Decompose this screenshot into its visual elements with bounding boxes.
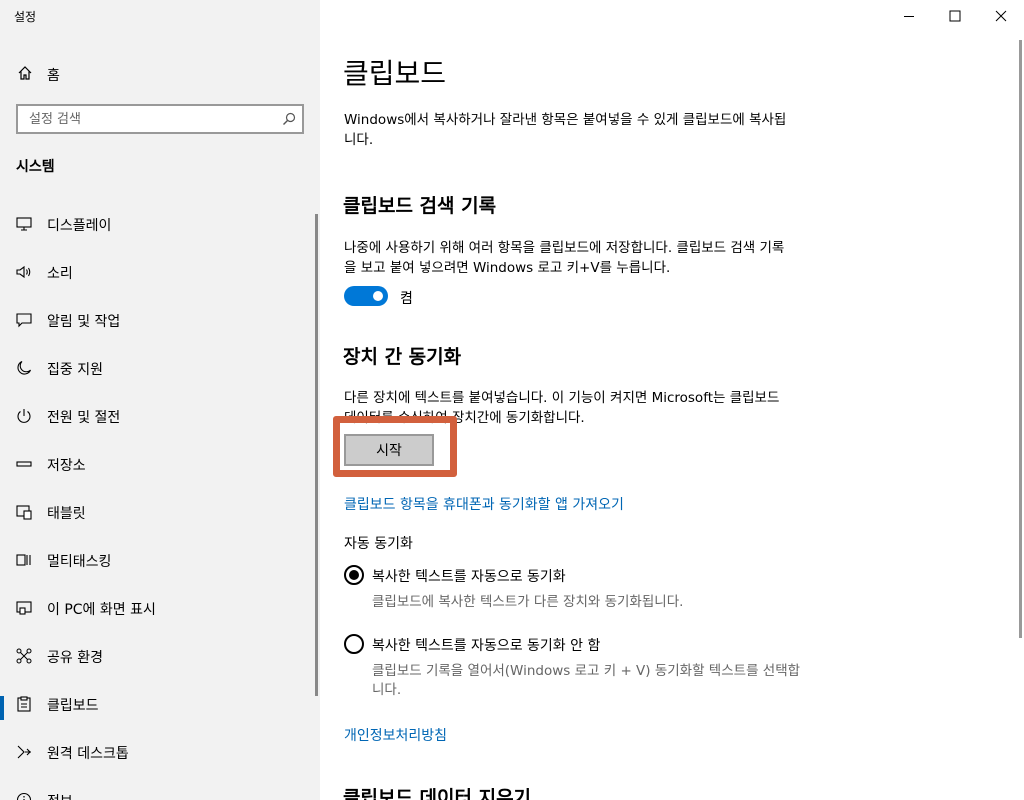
minimize-button[interactable] (886, 0, 932, 32)
sidebar-item-clipboard[interactable]: 클립보드 (0, 684, 316, 724)
sidebar-item-label: 홈 (47, 68, 60, 84)
sidebar-item-project[interactable]: 이 PC에 화면 표시 (0, 588, 316, 628)
page-title: 클립보드 (343, 57, 447, 90)
close-icon (995, 10, 1007, 22)
project-icon (16, 601, 32, 615)
maximize-button[interactable] (932, 0, 978, 32)
radio-selected-dot (349, 570, 359, 580)
sidebar-item-label: 저장소 (47, 458, 86, 474)
sidebar-item-display[interactable]: 디스플레이 (0, 204, 316, 244)
sidebar-item-focus-assist[interactable]: 집중 지원 (0, 348, 316, 388)
privacy-link[interactable]: 개인정보처리방침 (344, 725, 447, 745)
sidebar-item-label: 태블릿 (47, 506, 86, 522)
sidebar-item-power[interactable]: 전원 및 절전 (0, 396, 316, 436)
sidebar-item-label: 정보 (47, 791, 73, 800)
multitasking-icon (16, 554, 31, 566)
sidebar-item-label: 원격 데스크톱 (47, 746, 129, 762)
sidebar-item-sound[interactable]: 소리 (0, 252, 316, 292)
intro-text: Windows에서 복사하거나 잘라낸 항목은 붙여넣을 수 있게 클립보드에 … (344, 112, 787, 148)
history-heading: 클립보드 검색 기록 (343, 195, 497, 217)
clear-heading: 클립보드 데이터 지우기 (343, 787, 532, 800)
radio-no-auto-sync-label[interactable]: 복사한 텍스트를 자동으로 동기화 안 함 (372, 635, 600, 655)
maximize-icon (949, 10, 961, 22)
home-icon (18, 66, 32, 80)
remote-icon (17, 745, 31, 759)
storage-icon (16, 461, 32, 467)
radio-auto-sync-label[interactable]: 복사한 텍스트를 자동으로 동기화 (372, 566, 566, 586)
radio-no-auto-sync[interactable] (344, 634, 364, 654)
sidebar-item-notifications[interactable]: 알림 및 작업 (0, 300, 316, 340)
monitor-icon (16, 217, 32, 231)
radio-no-auto-sync-desc: 클립보드 기록을 열어서(Windows 로고 키 + V) 동기화할 텍스트를… (372, 663, 801, 698)
sidebar-item-storage[interactable]: 저장소 (0, 444, 316, 484)
main-scrollbar[interactable] (1019, 40, 1022, 638)
history-toggle-state: 켬 (400, 291, 413, 307)
moon-icon (17, 360, 32, 375)
search-input[interactable] (29, 110, 279, 128)
radio-auto-sync[interactable] (344, 565, 364, 585)
radio-auto-sync-desc: 클립보드에 복사한 텍스트가 다른 장치와 동기화됩니다. (372, 594, 684, 610)
sidebar-item-label: 디스플레이 (47, 218, 112, 234)
sidebar-section-title: 시스템 (16, 159, 55, 175)
sidebar-item-about[interactable]: 정보 (0, 780, 316, 800)
sidebar-scrollbar[interactable] (315, 214, 318, 696)
sidebar-item-label: 알림 및 작업 (47, 314, 121, 330)
share-icon (16, 648, 32, 664)
minimize-icon (904, 16, 914, 17)
sidebar-item-tablet[interactable]: 태블릿 (0, 492, 316, 532)
sync-heading: 장치 간 동기화 (343, 346, 462, 368)
sidebar-item-label: 클립보드 (47, 698, 99, 714)
sidebar-item-shared-experiences[interactable]: 공유 환경 (0, 636, 316, 676)
auto-sync-label: 자동 동기화 (344, 536, 413, 552)
selected-indicator (0, 696, 4, 720)
sidebar-item-home[interactable]: 홈 (0, 58, 320, 88)
sidebar-item-label: 집중 지원 (47, 362, 103, 378)
start-button[interactable]: 시작 (344, 434, 434, 466)
search-icon[interactable] (282, 112, 296, 126)
history-description: 나중에 사용하기 위해 여러 항목을 클립보드에 저장합니다. 클립보드 검색 … (344, 240, 785, 276)
sidebar: 설정 홈 시스템 디스플레이 소리 알림 및 작업 집중 지원 전원 및 절전 … (0, 0, 320, 800)
search-box[interactable] (16, 104, 304, 134)
sidebar-item-multitasking[interactable]: 멀티태스킹 (0, 540, 316, 580)
sidebar-item-label: 공유 환경 (47, 650, 103, 666)
sidebar-item-label: 전원 및 절전 (47, 410, 121, 426)
toggle-knob (373, 291, 383, 301)
speaker-icon (16, 265, 31, 279)
notification-icon (16, 313, 32, 328)
sidebar-item-label: 멀티태스킹 (47, 554, 112, 570)
clipboard-icon (17, 696, 31, 712)
power-icon (17, 409, 31, 423)
sidebar-item-label: 이 PC에 화면 표시 (47, 602, 156, 618)
tablet-icon (16, 505, 32, 520)
sidebar-item-label: 소리 (47, 266, 73, 282)
info-icon (16, 792, 32, 800)
history-toggle[interactable] (344, 286, 388, 306)
close-button[interactable] (978, 0, 1024, 32)
sidebar-item-remote-desktop[interactable]: 원격 데스크톱 (0, 732, 316, 772)
app-title: 설정 (14, 10, 37, 24)
phone-app-link[interactable]: 클립보드 항목을 휴대폰과 동기화할 앱 가져오기 (344, 494, 624, 514)
